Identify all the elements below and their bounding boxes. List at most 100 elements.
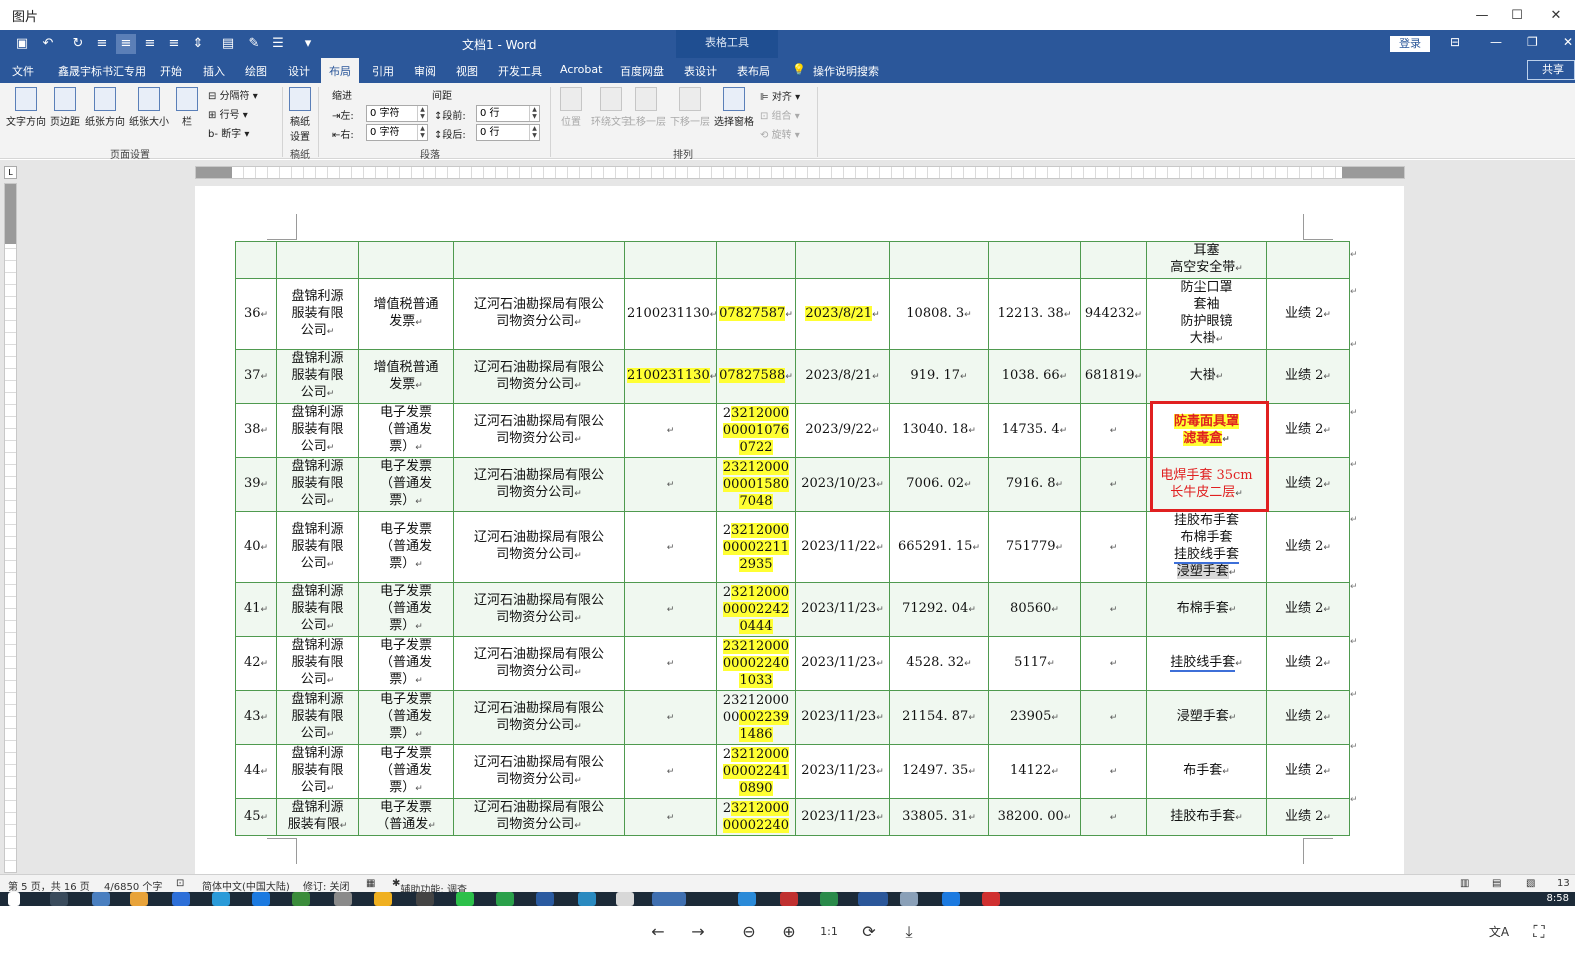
viewer-minimize-button[interactable]: — xyxy=(1463,0,1501,30)
table-cell[interactable]: 23212000 00002240 xyxy=(716,798,796,836)
table-cell[interactable]: 电子发票 （普通发 票）↵ xyxy=(358,403,454,458)
tab-developer[interactable]: 开发工具 xyxy=(498,63,542,79)
login-button[interactable]: 登录 xyxy=(1390,36,1430,52)
tab-table-layout[interactable]: 表布局 xyxy=(737,63,770,79)
table-cell[interactable]: 电子发票 （普通发 票）↵ xyxy=(358,511,454,583)
horizontal-ruler[interactable] xyxy=(195,166,1405,179)
format-painter-icon[interactable]: ✎ xyxy=(244,34,264,54)
table-cell[interactable]: 电子发票 （普通发 票）↵ xyxy=(358,744,454,799)
orientation-button[interactable]: 纸张方向 xyxy=(85,87,125,128)
rotate-button[interactable]: ⟲ 旋转 ▾ xyxy=(760,126,800,141)
send-backward-button[interactable]: 下移一层 xyxy=(670,87,710,128)
table-cell[interactable]: 13040. 18↵ xyxy=(889,403,989,458)
vertical-ruler[interactable] xyxy=(4,183,17,873)
viewer-maximize-button[interactable]: ☐ xyxy=(1498,0,1536,30)
app-icon[interactable] xyxy=(536,892,554,906)
text-direction-button[interactable]: 文字方向 xyxy=(6,87,46,128)
table-cell[interactable]: 2100231130↵ xyxy=(624,278,717,350)
table-cell[interactable]: 2023/11/23↵ xyxy=(795,582,890,637)
word-restore-button[interactable]: ❐ xyxy=(1527,35,1538,49)
table-cell[interactable]: 2023/9/22↵ xyxy=(795,403,890,458)
table-cell[interactable]: 辽河石油勘探局有限公 司物资分公司↵ xyxy=(453,690,625,745)
position-button[interactable]: 位置 xyxy=(560,87,582,128)
table-cell[interactable]: 业绩 2↵ xyxy=(1266,582,1350,637)
table-row[interactable]: 41↵ 盘锦利源 服装有限 公司↵ 电子发票 （普通发 票）↵ 辽河石油勘探局有限公 司物资分公… xyxy=(235,582,1350,637)
tab-review[interactable]: 审阅 xyxy=(414,63,436,79)
tab-home[interactable]: 开始 xyxy=(160,63,182,79)
tab-insert[interactable]: 插入 xyxy=(203,63,225,79)
table-row[interactable]: 44↵ 盘锦利源 服装有限 公司↵ 电子发票 （普通发 票）↵ 辽河石油勘探局有限公 司物资分公… xyxy=(235,744,1350,799)
app-icon[interactable] xyxy=(334,892,352,906)
tab-selector[interactable]: L xyxy=(4,166,17,179)
table-cell[interactable]: 挂胶布手套↵ xyxy=(1146,798,1267,836)
space-before-input[interactable]: 0 行 ▲ ▼ xyxy=(476,105,540,122)
tab-custom[interactable]: 鑫晟宇标书汇专用 xyxy=(58,63,146,79)
language-status[interactable]: 简体中文(中国大陆) xyxy=(202,878,290,893)
table-cell[interactable]: ↵ xyxy=(624,582,717,637)
tab-baidu-netdisk[interactable]: 百度网盘 xyxy=(620,63,664,79)
table-cell[interactable]: 23212000 00001076 0722 xyxy=(716,403,796,458)
tab-layout[interactable]: 布局 xyxy=(321,58,359,83)
table-cell[interactable]: 36↵ xyxy=(235,278,277,350)
wrap-text-button[interactable]: 环绕文字 xyxy=(591,87,631,128)
breaks-button[interactable]: ⊟ 分隔符 ▾ xyxy=(208,87,258,102)
selection-pane-button[interactable]: 选择窗格 xyxy=(714,87,754,128)
viewer-close-button[interactable]: ✕ xyxy=(1537,0,1575,30)
table-cell[interactable] xyxy=(276,241,359,279)
app-icon[interactable] xyxy=(616,892,634,906)
table-cell[interactable]: 布棉手套↵ xyxy=(1146,582,1267,637)
table-cell[interactable] xyxy=(988,241,1081,279)
table-cell[interactable]: 盘锦利源 服装有限 公司↵ xyxy=(276,511,359,583)
table-cell[interactable]: 挂胶线手套↵ xyxy=(1146,636,1267,691)
table-cell[interactable]: 辽河石油勘探局有限公 司物资分公司↵ xyxy=(453,278,625,350)
table-cell[interactable]: 43↵ xyxy=(235,690,277,745)
app-icon[interactable] xyxy=(780,892,798,906)
invoice-table[interactable]: 耳塞 高空安全带↵ 36↵ 盘锦利源 服装有限 公司↵ 增值税普通 发票↵ 辽河石油勘探局有限公… xyxy=(235,241,1350,836)
table-row[interactable]: 43↵ 盘锦利源 服装有限 公司↵ 电子发票 （普通发 票）↵ 辽河石油勘探局有限公 司物资分公… xyxy=(235,690,1350,745)
zoom-in-icon[interactable]: ⊕ xyxy=(777,920,801,944)
table-cell[interactable] xyxy=(1266,241,1350,279)
table-cell[interactable]: 21154. 87↵ xyxy=(889,690,989,745)
table-cell[interactable]: 751779↵ xyxy=(988,511,1081,583)
table-cell[interactable]: ↵ xyxy=(624,636,717,691)
table-row[interactable]: 42↵ 盘锦利源 服装有限 公司↵ 电子发票 （普通发 票）↵ 辽河石油勘探局有限公 司物资分公… xyxy=(235,636,1350,691)
draft-settings-button[interactable]: 稿纸设置 xyxy=(288,87,312,143)
table-cell[interactable]: ↵ xyxy=(1080,457,1147,512)
table-cell[interactable]: 辽河石油勘探局有限公 司物资分公司↵ xyxy=(453,744,625,799)
table-cell[interactable]: 5117↵ xyxy=(988,636,1081,691)
table-row[interactable]: 36↵ 盘锦利源 服装有限 公司↵ 增值税普通 发票↵ 辽河石油勘探局有限公 司物资分公司↵ 2… xyxy=(235,278,1350,350)
next-arrow-icon[interactable]: → xyxy=(686,920,710,944)
tab-view[interactable]: 视图 xyxy=(456,63,478,79)
table-cell[interactable]: 23212000 00002242 0444 xyxy=(716,582,796,637)
table-cell[interactable]: 业绩 2↵ xyxy=(1266,744,1350,799)
table-cell[interactable] xyxy=(235,241,277,279)
table-cell[interactable] xyxy=(358,241,454,279)
table-cell[interactable]: ↵ xyxy=(624,798,717,836)
zoom-out-icon[interactable]: ⊖ xyxy=(737,920,761,944)
table-cell[interactable] xyxy=(453,241,625,279)
tab-file[interactable]: 文件 xyxy=(12,63,34,79)
page-count[interactable]: 第 5 页，共 16 页 xyxy=(8,878,90,893)
table-cell[interactable]: 2023/11/22↵ xyxy=(795,511,890,583)
app-icon[interactable] xyxy=(212,892,230,906)
table-cell[interactable]: 37↵ xyxy=(235,349,277,404)
table-cell[interactable]: 681819↵ xyxy=(1080,349,1147,404)
table-cell[interactable]: 2023/8/21↵ xyxy=(795,278,890,350)
table-cell[interactable]: 14122↵ xyxy=(988,744,1081,799)
table-cell[interactable]: 7006. 02↵ xyxy=(889,457,989,512)
table-cell[interactable]: 71292. 04↵ xyxy=(889,582,989,637)
table-cell[interactable]: ↵ xyxy=(624,511,717,583)
table-row[interactable]: 40↵ 盘锦利源 服装有限 公司↵ 电子发票 （普通发 票）↵ 辽河石油勘探局有限公 司物资分公… xyxy=(235,511,1350,583)
margins-button[interactable]: 页边距 xyxy=(50,87,80,128)
size-button[interactable]: 纸张大小 xyxy=(129,87,169,128)
table-cell[interactable]: ↵ xyxy=(1080,690,1147,745)
app-icon[interactable] xyxy=(252,892,270,906)
table-row[interactable]: 耳塞 高空安全带↵ xyxy=(235,241,1350,279)
table-cell[interactable]: 辽河石油勘探局有限公 司物资分公司↵ xyxy=(453,349,625,404)
table-cell[interactable]: 42↵ xyxy=(235,636,277,691)
table-cell[interactable]: 1038. 66↵ xyxy=(988,349,1081,404)
table-cell[interactable]: 辽河石油勘探局有限公 司物资分公司↵ xyxy=(453,457,625,512)
table-cell[interactable]: 40↵ xyxy=(235,511,277,583)
save-icon[interactable]: ▣ xyxy=(12,34,32,54)
table-cell[interactable]: 944232↵ xyxy=(1080,278,1147,350)
